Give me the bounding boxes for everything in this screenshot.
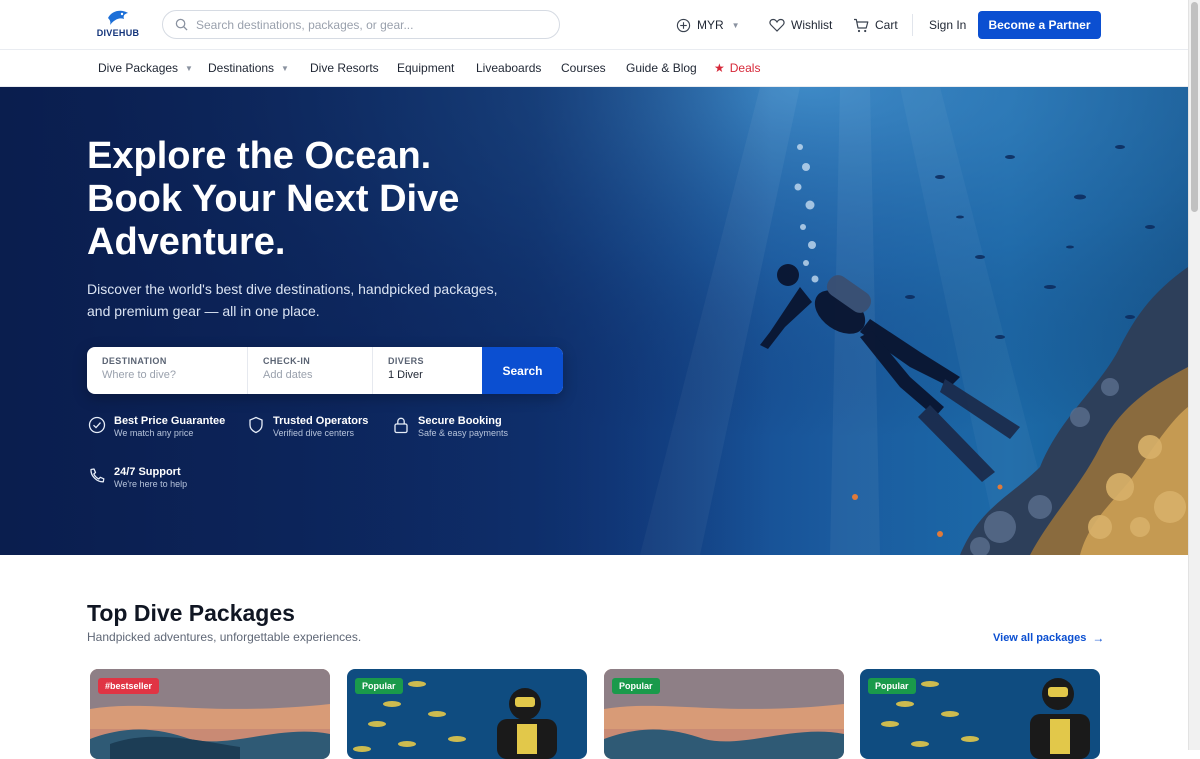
cart-icon: [854, 18, 869, 32]
divers-label: DIVERS: [388, 356, 424, 366]
global-search[interactable]: [162, 10, 560, 39]
popular-badge: Popular: [612, 678, 660, 694]
search-icon: [175, 18, 188, 31]
nav-guide-blog[interactable]: Guide & Blog: [626, 61, 697, 75]
nav-courses[interactable]: Courses: [561, 61, 606, 75]
star-icon: ★: [714, 61, 725, 75]
scrollbar-thumb[interactable]: [1191, 2, 1198, 212]
become-partner-button[interactable]: Become a Partner: [978, 11, 1101, 39]
hero-title: Explore the Ocean. Book Your Next Dive A…: [87, 135, 607, 264]
lock-icon: [394, 417, 408, 434]
feature-subtitle: Safe & easy payments: [418, 428, 509, 438]
nav-label: Destinations: [208, 61, 275, 75]
checkin-label: CHECK-IN: [263, 356, 311, 366]
chevron-down-icon: ▼: [731, 20, 740, 30]
chevron-down-icon: ▼: [185, 63, 193, 73]
shield-icon: [249, 416, 263, 434]
search-input[interactable]: [196, 17, 536, 32]
feature-best-price: Best Price Guarantee We match any price: [88, 415, 225, 439]
wishlist-label: Wishlist: [791, 18, 833, 32]
popular-badge: Popular: [355, 678, 403, 694]
nav-label: Dive Packages: [98, 61, 179, 75]
cart-link[interactable]: Cart: [853, 16, 898, 34]
nav-label: Deals: [729, 61, 761, 75]
wishlist-link[interactable]: Wishlist: [769, 16, 832, 34]
cart-label: Cart: [875, 18, 898, 32]
nav-deals[interactable]: ★ Deals: [714, 61, 760, 75]
divers-value: 1 Diver: [388, 369, 423, 381]
header-divider: [912, 14, 913, 36]
feature-subtitle: We match any price: [114, 428, 194, 438]
feature-secure-booking: Secure Booking Safe & easy payments: [392, 415, 508, 439]
nav-dive-resorts[interactable]: Dive Resorts: [310, 61, 379, 75]
hero-banner: Explore the Ocean. Book Your Next Dive A…: [0, 87, 1188, 555]
fish-logo-icon: [108, 10, 128, 25]
feature-title: Secure Booking: [418, 415, 502, 427]
bestseller-badge: #bestseller: [98, 678, 160, 694]
checkin-placeholder: Add dates: [263, 369, 313, 381]
booking-search-button[interactable]: Search: [482, 347, 563, 394]
nav-dive-packages[interactable]: Dive Packages ▼: [98, 61, 193, 75]
feature-title: Best Price Guarantee: [114, 415, 226, 427]
currency-label: MYR: [697, 18, 724, 32]
destination-field[interactable]: DESTINATION Where to dive?: [87, 347, 248, 394]
divers-field[interactable]: DIVERS 1 Diver: [373, 347, 482, 394]
top-header: DIVEHUB MYR ▼ Wishlist Cart Sign In B: [0, 0, 1188, 50]
feature-trusted-operators: Trusted Operators Verified dive centers: [247, 415, 368, 439]
checkin-field[interactable]: CHECK-IN Add dates: [248, 347, 373, 394]
nav-equipment[interactable]: Equipment: [397, 61, 454, 75]
feature-title: 24/7 Support: [114, 466, 181, 478]
package-card[interactable]: #bestseller: [90, 669, 330, 759]
feature-support: 24/7 Support We're here to help: [88, 466, 187, 490]
booking-search-form: DESTINATION Where to dive? CHECK-IN Add …: [87, 347, 563, 394]
signin-link[interactable]: Sign In: [929, 16, 966, 34]
nav-destinations[interactable]: Destinations ▼: [208, 61, 289, 75]
hero-subtitle: Discover the world's best dive destinati…: [87, 281, 498, 319]
hero-title-line: Adventure.: [87, 221, 286, 263]
package-card[interactable]: Popular: [860, 669, 1100, 759]
chevron-down-icon: ▼: [281, 63, 289, 73]
view-all-packages-link[interactable]: View all packages →: [993, 631, 1104, 645]
page-scrollbar[interactable]: [1188, 0, 1200, 750]
logo-wordmark: DIVEHUB: [96, 28, 140, 38]
nav-liveaboards[interactable]: Liveaboards: [476, 61, 541, 75]
destination-label: DESTINATION: [102, 356, 167, 366]
divehub-logo[interactable]: DIVEHUB: [96, 8, 140, 42]
feature-title: Trusted Operators: [273, 415, 369, 427]
package-card[interactable]: Popular: [604, 669, 844, 759]
currency-selector[interactable]: MYR ▼: [676, 16, 740, 34]
main-nav: Dive Packages ▼ Destinations ▼ Dive Reso…: [0, 50, 1188, 87]
feature-subtitle: Verified dive centers: [273, 428, 355, 438]
arrow-right-icon: →: [1092, 631, 1105, 645]
feature-subtitle: We're here to help: [114, 479, 188, 489]
phone-icon: [90, 468, 105, 483]
section-subtitle: Handpicked adventures, unforgettable exp…: [87, 630, 362, 644]
destination-placeholder: Where to dive?: [102, 369, 176, 381]
view-all-label: View all packages: [993, 632, 1087, 644]
heart-icon: [769, 18, 785, 32]
hero-title-line: Explore the Ocean.: [87, 135, 432, 177]
popular-badge: Popular: [868, 678, 916, 694]
check-circle-icon: [88, 416, 106, 434]
hero-title-line: Book Your Next Dive: [87, 178, 460, 220]
section-title: Top Dive Packages: [87, 600, 295, 626]
plus-circle-icon: [676, 18, 691, 32]
package-card[interactable]: Popular: [347, 669, 587, 759]
